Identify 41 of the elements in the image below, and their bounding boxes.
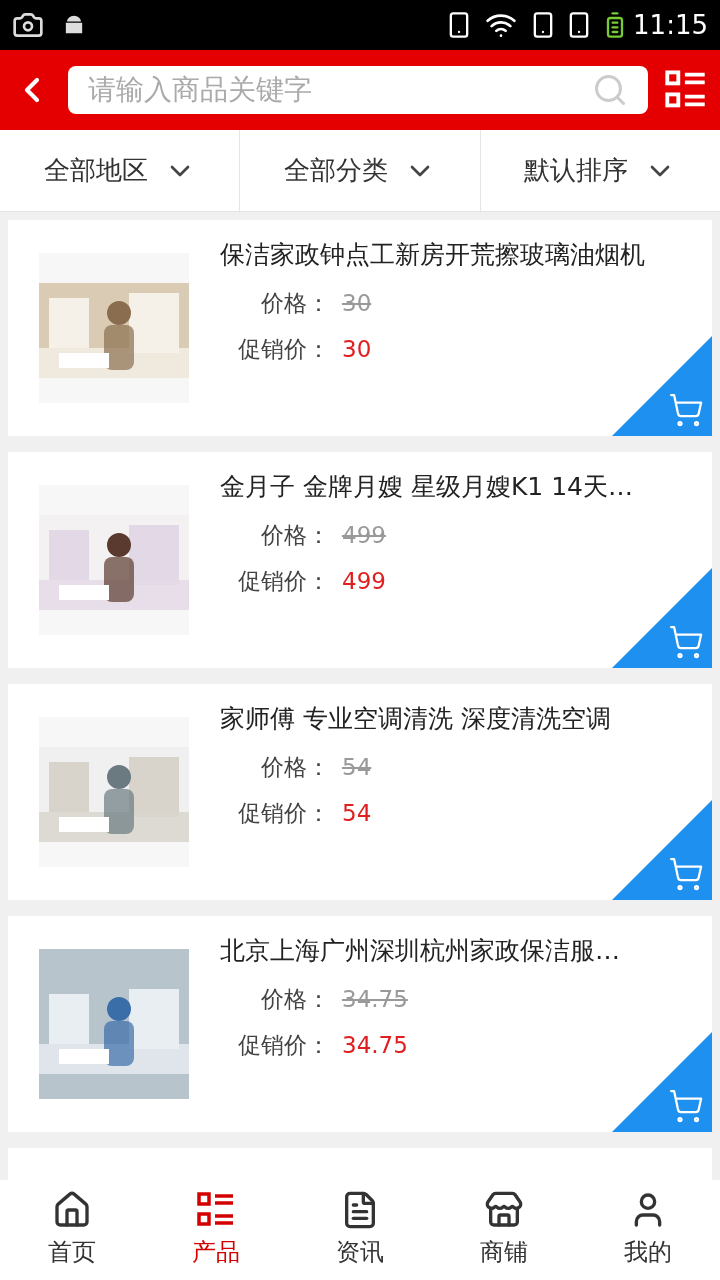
promo-price: 499 <box>342 567 386 596</box>
filter-dropdown[interactable]: 默认排序 <box>480 130 720 211</box>
nav-tab[interactable]: 首页 <box>0 1180 144 1280</box>
promo-label: 促销价： <box>237 567 330 596</box>
price-label: 价格： <box>260 752 330 782</box>
product-card[interactable]: 保洁家政钟点工新房开荒擦玻璃油烟机 价格： 30 促销价： 30 <box>8 220 712 436</box>
search-field[interactable]: 请输入商品关键字 <box>68 66 648 114</box>
product-card[interactable]: 金月子 金牌月嫂 星级月嫂K1 14天… 价格： 499 促销价： 499 <box>8 452 712 668</box>
original-price: 30 <box>342 288 372 318</box>
cart-icon <box>668 624 704 660</box>
promo-price: 54 <box>342 799 372 828</box>
promo-label: 促销价： <box>237 799 330 828</box>
nav-tab[interactable]: 资讯 <box>288 1180 432 1280</box>
home-icon <box>52 1190 92 1230</box>
original-price: 34.75 <box>342 984 408 1014</box>
price-label: 价格： <box>260 288 330 318</box>
promo-label: 促销价： <box>237 1031 330 1060</box>
cart-icon <box>668 1088 704 1124</box>
promo-price: 34.75 <box>342 1031 408 1060</box>
clock: 11:15 <box>633 8 708 42</box>
original-price: 499 <box>342 520 386 550</box>
cart-icon <box>668 856 704 892</box>
store-icon <box>484 1190 524 1230</box>
cart-icon <box>668 392 704 428</box>
promo-label: 促销价： <box>237 335 330 364</box>
filter-dropdown[interactable]: 全部分类 <box>240 130 481 211</box>
product-card[interactable]: 北京上海广州深圳杭州家政保洁服… 价格： 34.75 促销价： 34.75 <box>8 916 712 1132</box>
product-card[interactable]: 家师傅 专业空调清洗 深度清洗空调 价格： 54 促销价： 54 <box>8 684 712 900</box>
product-title: 家师傅 专业空调清洗 深度清洗空调 <box>220 703 612 735</box>
nav-tab[interactable]: 产品 <box>144 1180 288 1280</box>
product-title: 北京上海广州深圳杭州家政保洁服… <box>220 935 621 967</box>
nav-tab[interactable]: 我的 <box>576 1180 720 1280</box>
search-icon <box>592 72 628 108</box>
product-title: 保洁家政钟点工新房开荒擦玻璃油烟机 <box>220 239 646 271</box>
filter-dropdown[interactable]: 全部地区 <box>0 130 241 211</box>
price-label: 价格： <box>260 520 330 550</box>
nav-tab[interactable]: 商铺 <box>432 1180 576 1280</box>
original-price: 54 <box>342 752 372 782</box>
promo-price: 30 <box>342 335 372 364</box>
price-label: 价格： <box>260 984 330 1014</box>
product-title: 金月子 金牌月嫂 星级月嫂K1 14天… <box>220 471 634 503</box>
